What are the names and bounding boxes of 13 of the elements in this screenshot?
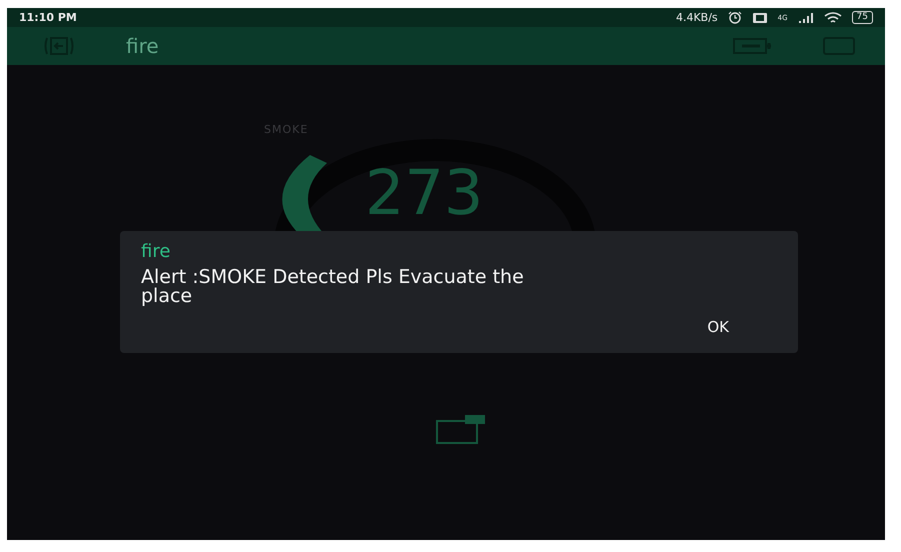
alarm-clock-icon (728, 11, 742, 24)
app-title: fire (126, 34, 159, 58)
device-icon (435, 413, 485, 447)
ok-button[interactable]: OK (699, 314, 777, 340)
sim-icon (752, 12, 768, 24)
dialog-title: fire (141, 241, 172, 262)
signal-icon (798, 12, 814, 24)
battery-level: 75 (852, 11, 873, 24)
gauge-value: 273 (365, 162, 484, 224)
network-speed: 4.4KB/s (676, 11, 718, 24)
dialog-message: Alert :SMOKE Detected Pls Evacuate the place (141, 268, 525, 306)
status-time: 11:10 PM (19, 11, 77, 24)
wifi-icon (824, 12, 842, 24)
